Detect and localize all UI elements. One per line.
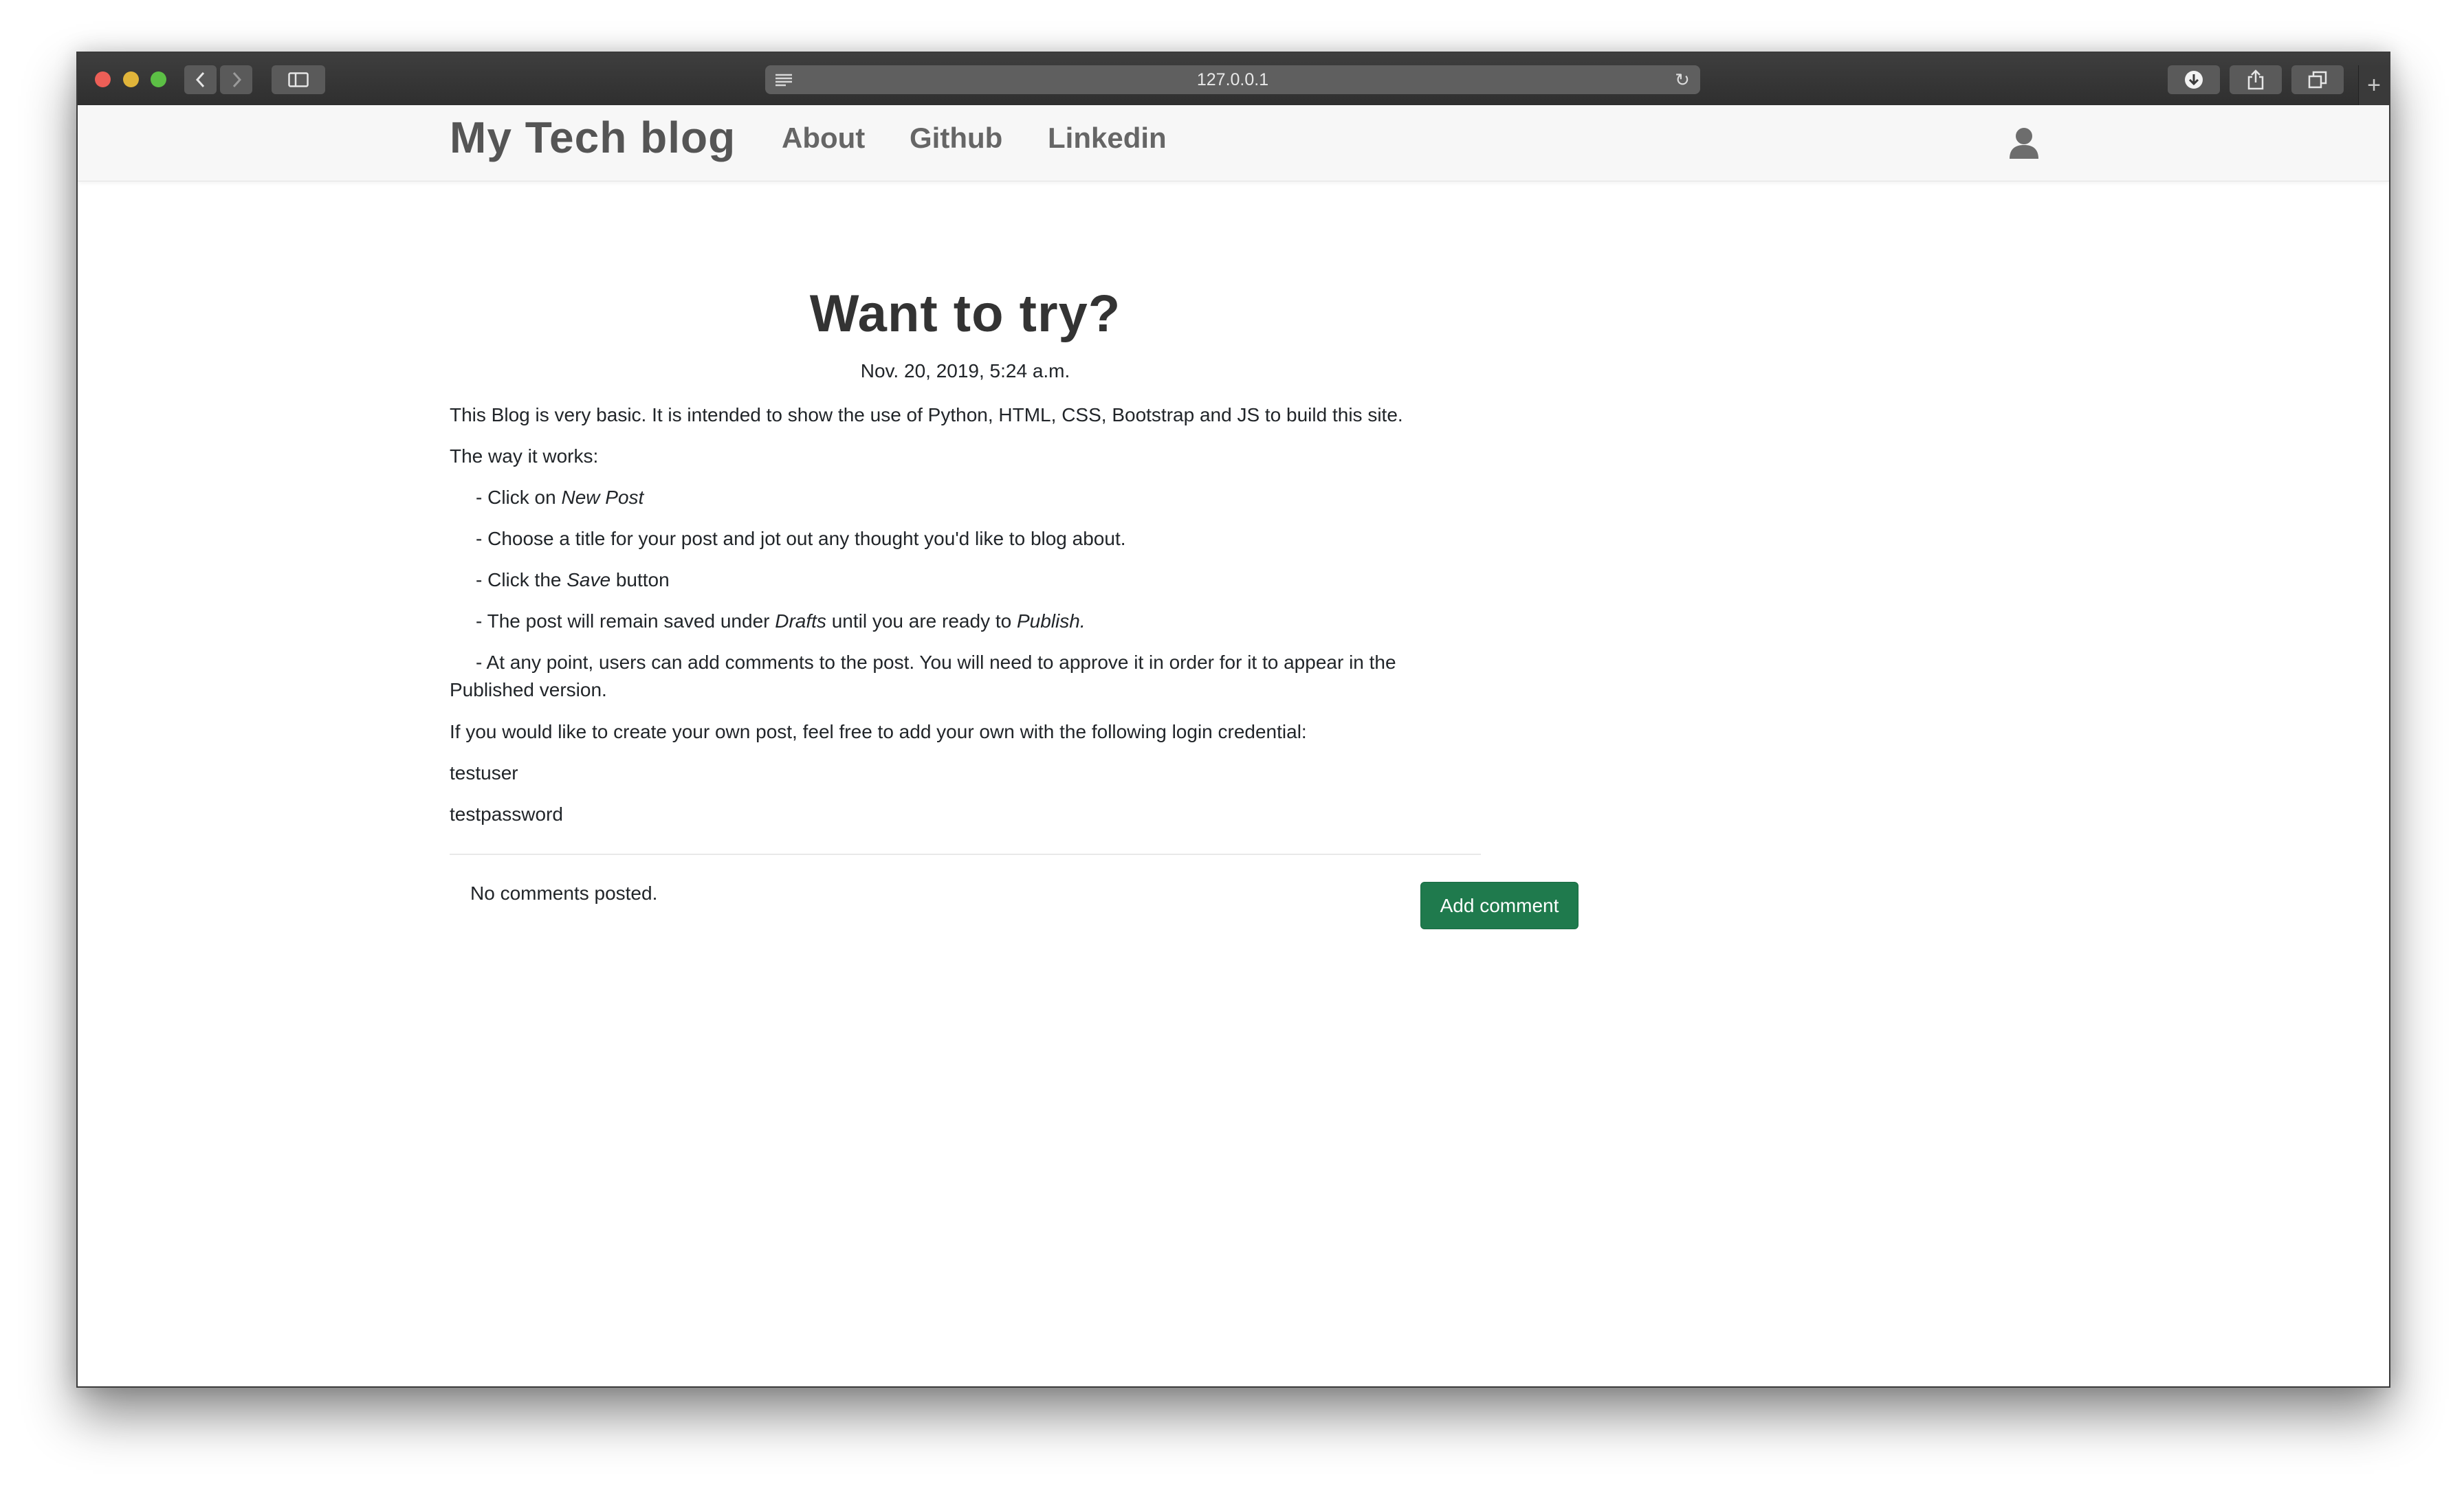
share-icon	[2247, 69, 2264, 90]
step-text: - Click the	[476, 569, 567, 590]
back-button[interactable]	[184, 65, 217, 94]
browser-window: 127.0.0.1 ↻ + My Tech blog About Github …	[76, 52, 2390, 1388]
step-item-drafts: - The post will remain saved under Draft…	[450, 608, 1460, 635]
downloads-button[interactable]	[2168, 65, 2220, 94]
step-emphasis: Publish.	[1016, 610, 1086, 632]
step-emphasis: Drafts	[775, 610, 826, 632]
step-text: - Click on	[476, 487, 562, 508]
share-button[interactable]	[2230, 65, 2282, 94]
chevron-right-icon	[232, 71, 241, 88]
sidebar-toggle-button[interactable]	[272, 65, 325, 94]
add-comment-button[interactable]: Add comment	[1420, 882, 1578, 929]
plus-icon: +	[2367, 71, 2381, 98]
new-tab-button[interactable]: +	[2358, 65, 2389, 105]
close-window-button[interactable]	[95, 71, 111, 87]
step-text: until you are ready to	[826, 610, 1017, 632]
post-date: Nov. 20, 2019, 5:24 a.m.	[860, 360, 1070, 381]
comments-divider	[450, 854, 1481, 855]
maximize-window-button[interactable]	[151, 71, 166, 87]
credential-intro: If you would like to create your own pos…	[450, 721, 1307, 742]
how-it-works-label: The way it works:	[450, 445, 599, 467]
step-text: Published version.	[450, 679, 607, 700]
tabs-icon	[2308, 71, 2327, 89]
chevron-left-icon	[195, 71, 204, 88]
step-text: - The post will remain saved under	[476, 610, 776, 632]
step-item-comments: - At any point, users can add comments t…	[450, 649, 1460, 704]
download-icon	[2185, 71, 2203, 89]
minimize-window-button[interactable]	[123, 71, 139, 87]
step-item-save: - Click the Save button	[450, 566, 1460, 594]
nav-link-github[interactable]: Github	[910, 122, 1002, 155]
step-text: button	[610, 569, 670, 590]
step-item-choose-title: - Choose a title for your post and jot o…	[476, 528, 1126, 549]
nav-link-about[interactable]: About	[782, 122, 865, 155]
post-intro: This Blog is very basic. It is intended …	[450, 404, 1403, 425]
nav-link-linkedin[interactable]: Linkedin	[1048, 122, 1167, 155]
site-brand-link[interactable]: My Tech blog	[450, 112, 736, 163]
address-bar[interactable]: 127.0.0.1 ↻	[765, 65, 1700, 94]
user-icon[interactable]	[2008, 126, 2040, 160]
step-emphasis: Save	[566, 569, 611, 590]
credential-username: testuser	[450, 762, 518, 784]
step-item-new-post: - Click on New Post	[450, 484, 1460, 511]
credential-password: testpassword	[450, 803, 563, 825]
show-tabs-button[interactable]	[2291, 65, 2344, 94]
browser-toolbar: 127.0.0.1 ↻ +	[78, 53, 2389, 106]
sidebar-icon	[288, 72, 309, 87]
forward-button[interactable]	[220, 65, 252, 94]
post-title: Want to try?	[809, 285, 1121, 343]
step-emphasis: New Post	[561, 487, 644, 508]
step-text: - At any point, users can add comments t…	[476, 652, 1396, 673]
address-url[interactable]: 127.0.0.1	[765, 65, 1700, 94]
site-navbar: My Tech blog About Github Linkedin	[78, 105, 2389, 181]
reload-icon[interactable]: ↻	[1673, 70, 1692, 89]
no-comments-text: No comments posted.	[470, 883, 658, 904]
